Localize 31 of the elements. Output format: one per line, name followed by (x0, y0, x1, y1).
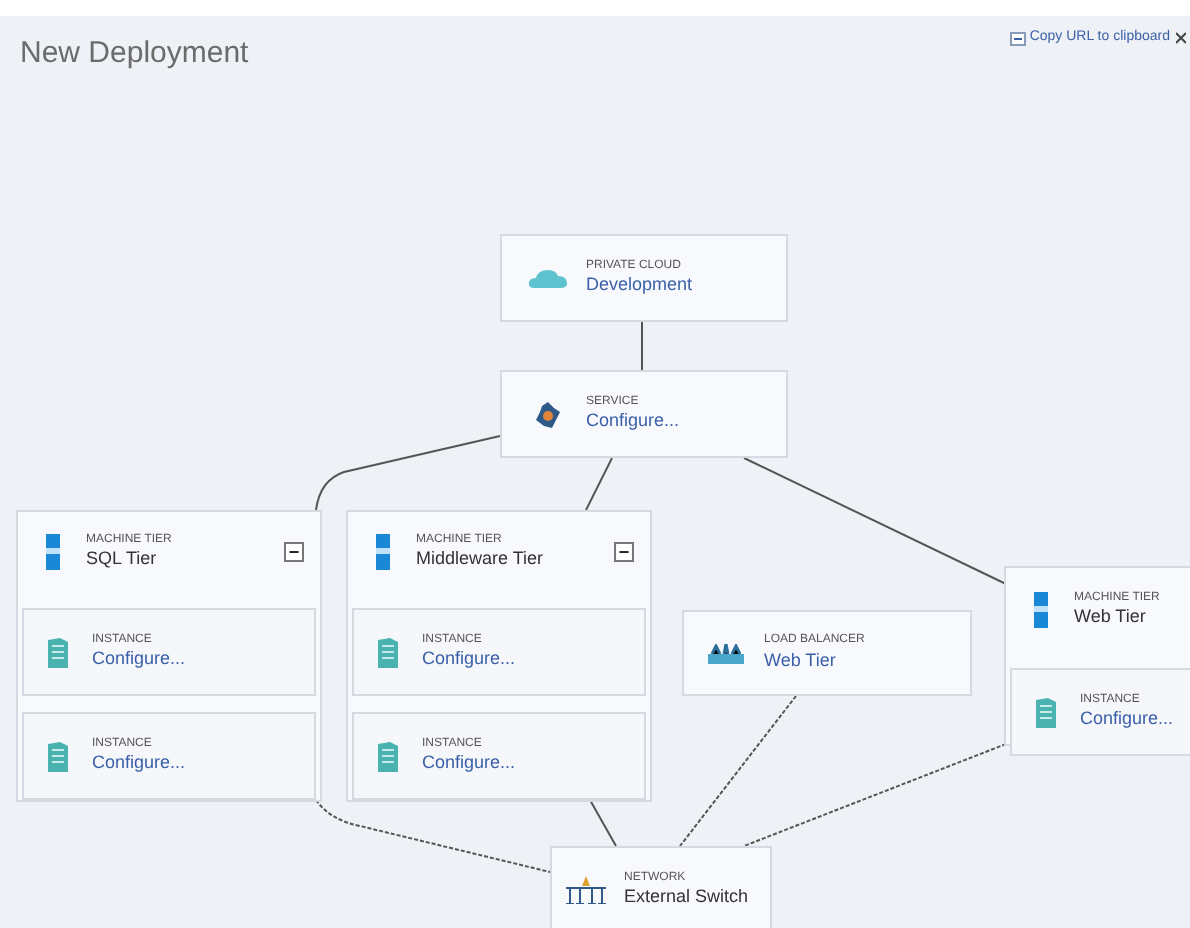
cloud-icon (528, 268, 568, 288)
node-value[interactable]: Development (586, 274, 693, 297)
clipboard-icon (1009, 31, 1026, 46)
server-icon (45, 534, 59, 570)
node-value[interactable]: Configure... (422, 648, 516, 671)
server-icon (375, 534, 389, 570)
server-icon (1033, 592, 1047, 628)
connector-line (589, 799, 617, 847)
server-icon (1036, 697, 1056, 727)
node-value[interactable]: Configure... (92, 648, 186, 671)
node-value[interactable]: Web Tier (764, 649, 865, 672)
node-value[interactable]: Configure... (1080, 708, 1174, 731)
node-value[interactable]: Configure... (92, 752, 186, 775)
server-icon (378, 637, 398, 667)
page-title: New Deployment (20, 34, 249, 74)
node-value[interactable]: Configure... (422, 752, 516, 775)
collapse-button[interactable]: − (284, 542, 304, 562)
close-icon[interactable] (1176, 32, 1186, 45)
connector-line (585, 457, 613, 511)
node-value[interactable]: Configure... (586, 410, 680, 433)
server-icon (378, 741, 398, 771)
load-balancer-icon (706, 643, 746, 663)
server-icon (48, 637, 68, 667)
connector-line (641, 321, 643, 371)
node-value: Web Tier (1074, 606, 1148, 629)
collapse-button[interactable]: − (614, 542, 634, 562)
node-value: SQL Tier (86, 548, 159, 571)
node-value: External Switch (624, 886, 749, 909)
network-switch-icon (564, 876, 608, 904)
server-icon (48, 741, 68, 771)
node-value: Middleware Tier (416, 548, 544, 571)
